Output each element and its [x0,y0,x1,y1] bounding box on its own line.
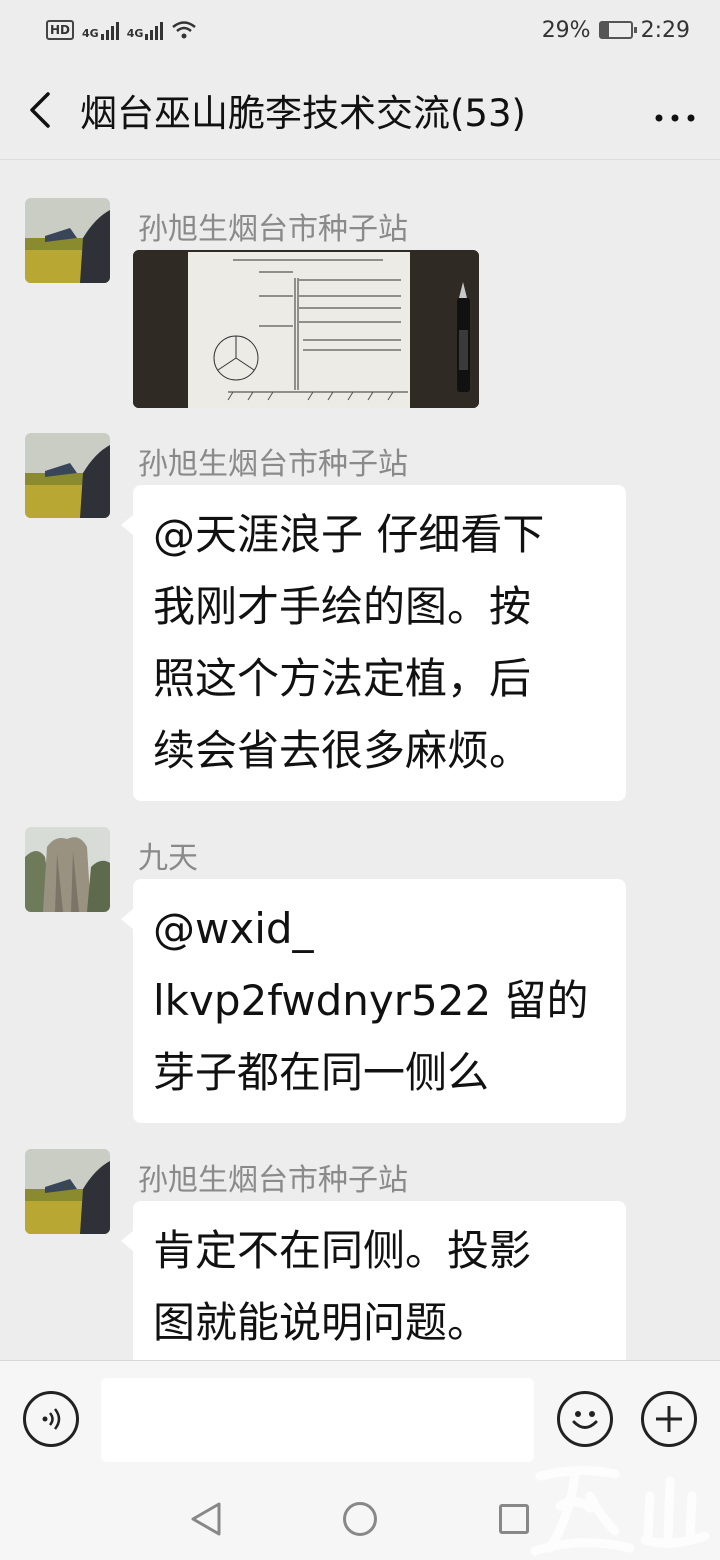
sender-name: 孙旭生烟台市种子站 [138,212,408,247]
chevron-left-icon [30,91,50,128]
avatar[interactable] [25,198,110,283]
avatar-landscape-icon [25,1149,110,1234]
sender-name: 孙旭生烟台市种子站 [138,1163,408,1198]
more-button[interactable] [630,87,720,133]
avatar-landscape-icon [25,198,110,283]
message-line: 芽子都在同一侧么 [153,1048,490,1097]
voice-icon [42,1408,61,1430]
signal-bars-icon [145,20,164,40]
plus-icon [656,1406,682,1432]
message-line: 照这个方法定植，后 [153,654,532,703]
message-input[interactable] [101,1378,534,1462]
network-type-1: 4G [82,27,99,40]
network-type-2: 4G [126,27,144,40]
message-line: 肯定不在同侧。投影 [153,1226,532,1275]
sender-name: 孙旭生烟台市种子站 [138,447,408,482]
diagram-photo-icon [133,250,479,408]
more-dots-icon [655,114,695,121]
message-list[interactable]: 孙旭生烟台市种子站 孙旭生烟台市种子站 @天涯浪子 仔细看下 我刚才手绘的图。按… [0,160,720,1360]
message-line: @wxid_ [153,904,314,953]
text-message-bubble[interactable]: @天涯浪子 仔细看下 我刚才手绘的图。按 照这个方法定植，后 续会省去很多麻烦。 [121,485,626,801]
watermark-logo [530,1465,710,1556]
emoji-icon [572,1411,598,1429]
signal-2: 4G [127,20,164,40]
status-right: 29% 2:29 [542,18,690,43]
sender-name: 九天 [138,841,198,876]
battery-percent: 29% [541,17,591,43]
signal-bars-icon [100,20,119,40]
status-left: HD 4G 4G [46,20,542,40]
avatar[interactable] [25,827,110,912]
text-message-bubble[interactable]: @wxid_ lkvp2fwdnyr522 留的 芽子都在同一侧么 [121,879,626,1123]
text-message-bubble[interactable]: 肯定不在同侧。投影 图就能说明问题。 [121,1201,626,1360]
message-line: 我刚才手绘的图。按 [153,582,532,631]
message-line: 图就能说明问题。 [153,1298,490,1347]
image-message[interactable] [133,250,479,408]
avatar-landscape-icon [25,433,110,518]
status-bar: HD 4G 4G 29% 2:29 [0,0,720,60]
avatar-cliff-icon [25,827,110,912]
nav-back-icon[interactable] [189,1500,223,1538]
avatar[interactable] [25,1149,110,1234]
message-line: 续会省去很多麻烦。 [153,726,532,775]
nav-home-icon[interactable] [343,1502,377,1536]
battery-icon [598,21,637,39]
chat-title: 烟台巫山脆李技术交流(53) [80,91,526,135]
hd-indicator: HD [46,20,75,40]
back-button[interactable] [0,60,80,160]
avatar[interactable] [25,433,110,518]
signal-1: 4G [82,20,119,40]
clock: 2:29 [640,17,690,43]
message-line: @天涯浪子 仔细看下 [153,510,545,559]
chat-header: 烟台巫山脆李技术交流(53) [0,60,720,160]
voice-button[interactable] [23,1391,79,1447]
message-line: lkvp2fwdnyr522 留的 [153,976,589,1025]
wifi-icon [172,21,197,39]
